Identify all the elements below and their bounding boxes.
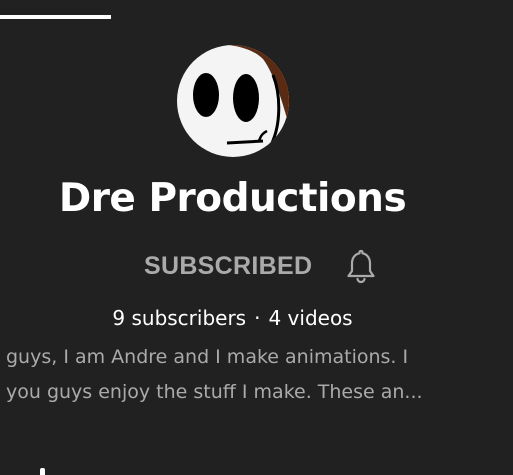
description-line-1: guys, I am Andre and I make animations. … <box>6 346 409 368</box>
channel-description[interactable]: guys, I am Andre and I make animations. … <box>6 340 496 410</box>
partial-element-edge <box>40 468 45 475</box>
notification-bell-button[interactable] <box>344 246 378 286</box>
video-count: 4 videos <box>268 306 353 330</box>
bell-icon <box>347 249 375 284</box>
cartoon-face-avatar-icon <box>177 45 289 157</box>
description-line-2: you guys enjoy the stuff I make. These a… <box>6 381 423 403</box>
active-tab-indicator <box>0 15 111 19</box>
channel-name: Dre Productions <box>58 176 407 221</box>
subscriber-count: 9 subscribers <box>112 306 247 330</box>
stats-separator: · <box>254 306 261 330</box>
subscribed-button[interactable]: SUBSCRIBED <box>144 252 312 281</box>
channel-avatar[interactable] <box>177 45 289 157</box>
subscribe-row: SUBSCRIBED <box>144 246 378 286</box>
channel-stats: 9 subscribers · 4 videos <box>0 306 465 330</box>
